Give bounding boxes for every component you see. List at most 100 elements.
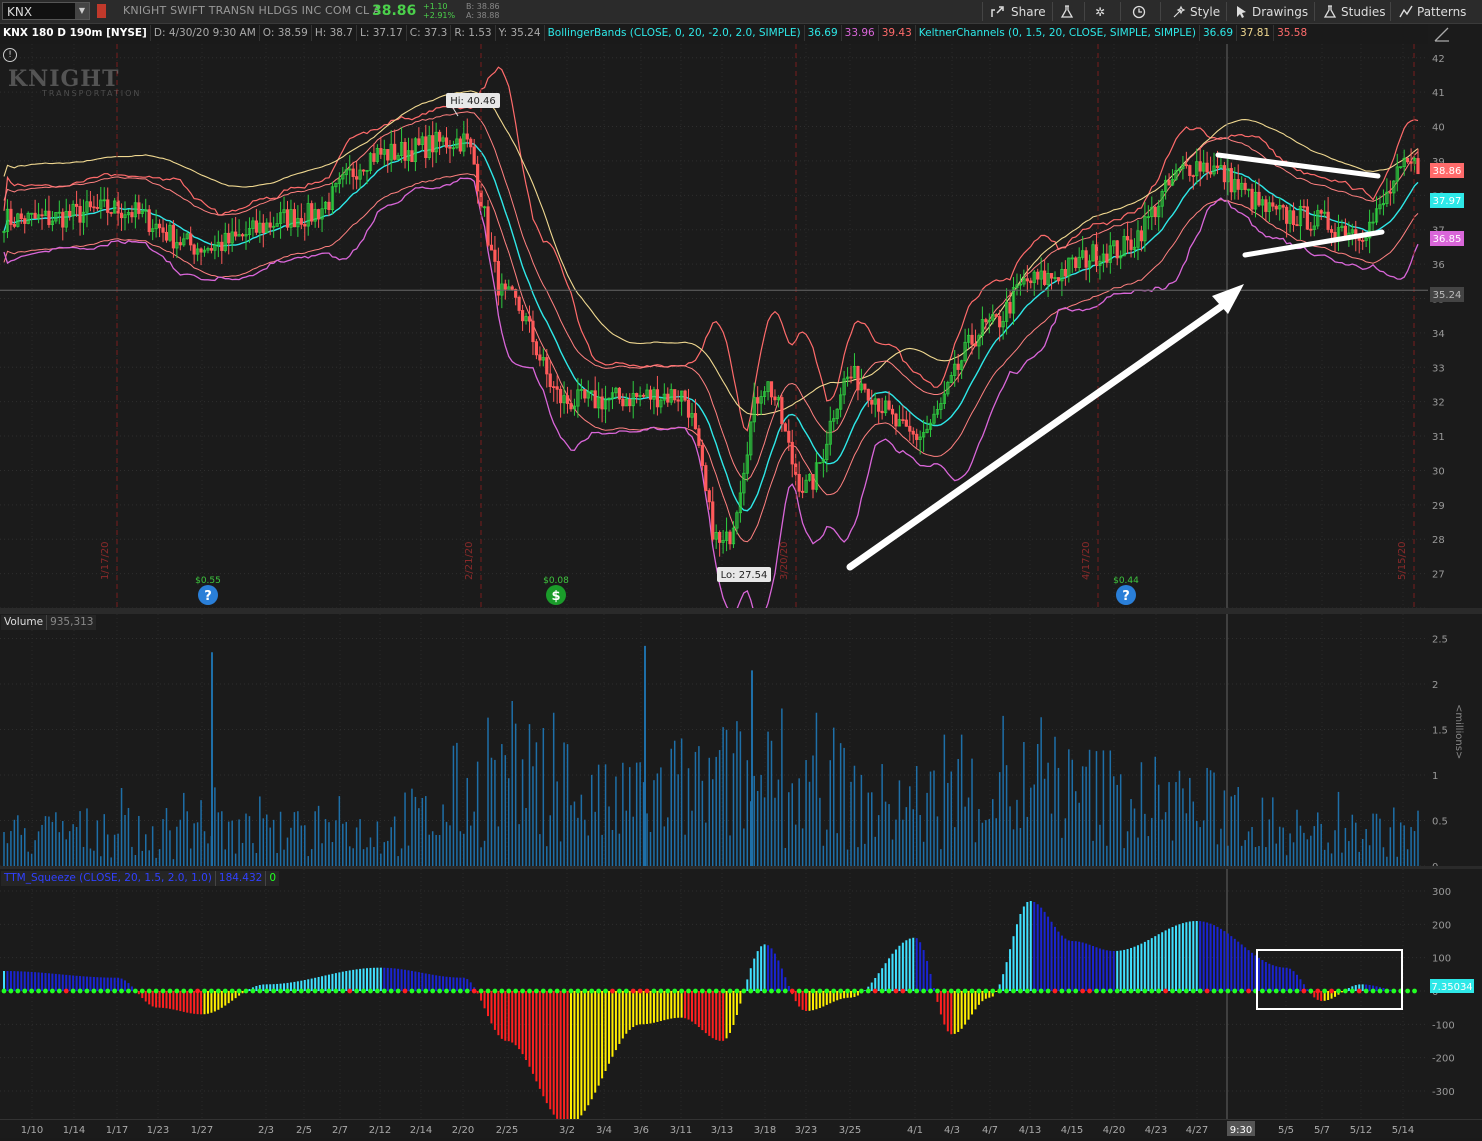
squeeze-legend[interactable]: TTM_Squeeze (CLOSE, 20, 1.5, 2.0, 1.0) 1…	[1, 871, 279, 886]
period-marker-label: 2/21/20	[464, 541, 475, 580]
share-button[interactable]: Share	[991, 3, 1046, 20]
symbol-input[interactable]: KNX ▼	[2, 2, 90, 20]
squeeze-dot	[810, 988, 816, 994]
squeeze-dot	[354, 988, 360, 994]
candle-body	[1056, 277, 1061, 282]
price-panel[interactable]: 1/17/20 2/21/20 3/20/20 4/17/20 5/15/20 Hi: 4…	[0, 44, 1428, 620]
squeeze-dot	[243, 988, 249, 994]
candle-body	[88, 201, 93, 208]
candle-body	[756, 397, 760, 404]
candle-body	[870, 399, 874, 405]
squeeze-dot	[1322, 988, 1328, 994]
support-line	[1242, 229, 1385, 258]
squeeze-dot	[347, 988, 353, 994]
candle-body	[1049, 272, 1054, 279]
squeeze-dot	[257, 988, 263, 994]
squeeze-dot	[762, 988, 767, 994]
chart-title[interactable]: KNX 180 D 190m [NYSE]	[0, 25, 151, 41]
squeeze-dot	[264, 988, 270, 994]
low-label: Lo: 27.54	[717, 567, 771, 582]
candle-body	[1074, 257, 1078, 268]
candle-body	[19, 213, 23, 220]
alert-flag-icon[interactable]	[97, 4, 106, 18]
candle-body	[780, 397, 784, 425]
time-tick-label: 5/7	[1314, 1125, 1330, 1136]
bollinger-label[interactable]: BollingerBands (CLOSE, 0, 20, -2.0, 2.0,…	[545, 25, 805, 41]
patterns-button[interactable]: Patterns	[1399, 3, 1466, 20]
squeeze-dot	[292, 988, 297, 994]
squeeze-dot	[1211, 988, 1217, 994]
volume-legend[interactable]: Volume 935,313	[1, 615, 97, 630]
candle-body	[119, 212, 124, 219]
squeeze-dot	[900, 988, 906, 994]
drawings-label: Drawings	[1252, 4, 1309, 19]
squeeze-dot	[1287, 988, 1293, 994]
drawings-button[interactable]: Drawings	[1236, 3, 1308, 20]
time-tick-label: 2/25	[496, 1125, 518, 1136]
candle-body	[676, 399, 680, 402]
bollinger-lower: 33.96	[842, 25, 879, 41]
volume-chart[interactable]	[0, 614, 1428, 867]
toolbar-divider	[1314, 2, 1315, 21]
squeeze-dot	[202, 988, 207, 994]
candle-body	[1285, 206, 1289, 224]
squeeze-dot	[527, 988, 532, 994]
squeeze-dot	[250, 988, 256, 994]
candle-body	[78, 206, 82, 223]
settings-button[interactable]: ✲	[1095, 3, 1105, 20]
volume-panel[interactable]: Volume 935,313	[0, 614, 1428, 867]
candle-body	[1264, 199, 1268, 212]
candle-body	[1094, 244, 1099, 266]
squeeze-dot	[119, 988, 124, 994]
squeeze-dot	[22, 988, 28, 994]
price-axis[interactable]: 2728293031323334353637383940414238.8637.…	[1428, 44, 1482, 608]
price-tick-label: 33	[1432, 363, 1445, 374]
squeeze-dot	[1308, 988, 1314, 994]
studies-button[interactable]: Studies	[1323, 3, 1386, 20]
bar-close: C: 37.3	[407, 25, 452, 41]
squeeze-dot	[1336, 988, 1341, 994]
lab-button[interactable]	[1060, 3, 1074, 20]
candle-body	[877, 398, 881, 412]
candle-body	[431, 135, 435, 153]
price-tick-label: 41	[1432, 88, 1445, 99]
squeeze-dot	[741, 988, 747, 994]
time-axis[interactable]: 1/10 1/14 1/17 1/23 1/27 2/3 2/5 2/7 2/12 2/14 2/2…	[0, 1119, 1482, 1138]
time-tick-label: 2/5	[296, 1125, 312, 1136]
candle-body	[700, 445, 704, 466]
bar-low: L: 37.17	[357, 25, 407, 41]
time-tick-label: 3/4	[596, 1125, 612, 1136]
last-price: 38.86	[372, 3, 417, 19]
time-tick-label: 1/10	[21, 1125, 43, 1136]
high-label-text: Hi: 40.46	[450, 96, 495, 107]
candle-body	[299, 218, 303, 225]
volume-tick-label: 1.5	[1432, 726, 1448, 737]
info-icon[interactable]: !	[3, 48, 17, 62]
candle-body	[403, 141, 407, 161]
keltner-mid: 36.69	[1200, 25, 1238, 41]
squeeze-dot	[430, 988, 436, 994]
volume-axis[interactable]: 00.511.522.5 <millions>	[1428, 614, 1482, 873]
candle-body	[1250, 188, 1254, 210]
squeeze-dot	[423, 988, 429, 994]
time-button[interactable]	[1132, 3, 1146, 20]
squeeze-axis[interactable]: 3002001000-100-200-300-4007.35034	[1428, 869, 1482, 1131]
squeeze-dot	[1183, 988, 1189, 994]
symbol-dropdown-icon[interactable]: ▼	[75, 3, 89, 19]
candle-body	[268, 222, 272, 228]
candle-body	[894, 413, 898, 427]
squeeze-panel[interactable]: TTM_Squeeze (CLOSE, 20, 1.5, 2.0, 1.0) 1…	[0, 869, 1428, 1125]
candle-body	[12, 224, 16, 227]
candle-body	[417, 138, 421, 145]
candle-body	[552, 386, 556, 389]
squeeze-label: TTM_Squeeze (CLOSE, 20, 1.5, 2.0, 1.0)	[1, 871, 216, 886]
squeeze-dot	[215, 988, 221, 994]
chart-settings-icon[interactable]	[1432, 25, 1452, 43]
keltner-label[interactable]: KeltnerChannels (0, 1.5, 20, CLOSE, SIMP…	[916, 25, 1200, 41]
style-button[interactable]: Style	[1172, 3, 1220, 20]
squeeze-chart[interactable]	[0, 869, 1428, 1125]
volume-unit: <millions>	[1453, 704, 1464, 760]
candle-body	[227, 232, 231, 244]
squeeze-dot	[77, 988, 83, 994]
price-chart[interactable]: 1/17/20 2/21/20 3/20/20 4/17/20 5/15/20 Hi: 4…	[0, 44, 1428, 620]
